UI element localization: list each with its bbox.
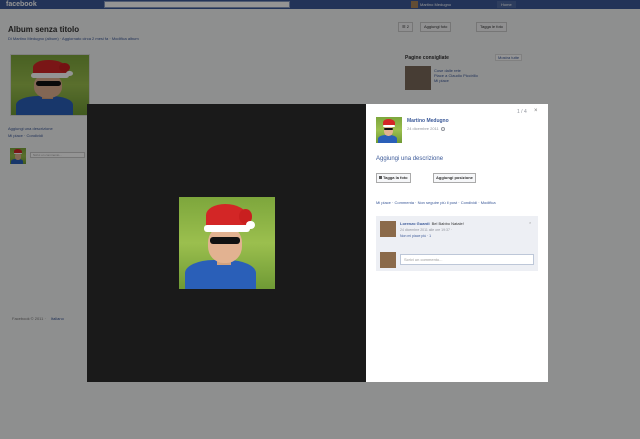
close-icon[interactable]: ×	[534, 108, 538, 114]
comment-text: Bel Babbo Natale!	[431, 221, 464, 226]
comment-delete-icon[interactable]: ×	[529, 220, 531, 225]
comment-timestamp: 24 dicembre 2011 alle ore 19:37 ·	[400, 228, 453, 232]
photo-index: 1 / 4	[517, 109, 527, 115]
tag-photo-button[interactable]: Tagga la foto	[376, 173, 411, 183]
photo-viewer-stage[interactable]	[87, 104, 366, 382]
author-name-link[interactable]: Martino Medugno	[407, 118, 449, 124]
viewer-photo[interactable]	[179, 197, 275, 289]
comment-input[interactable]: Scrivi un commento...	[400, 254, 534, 265]
post-date-text: 24 dicembre 2011	[407, 126, 439, 131]
comment-author-avatar[interactable]	[380, 221, 396, 237]
post-action-links[interactable]: Mi piace · Commenta · Non seguire più il…	[376, 200, 541, 206]
santa-hat-photo-large	[179, 197, 275, 289]
tag-icon	[379, 176, 382, 180]
comment-like-link[interactable]: Non mi piace più · 1	[400, 234, 431, 238]
author-avatar[interactable]	[376, 117, 402, 143]
add-description-link[interactable]: Aggiungi una descrizione	[376, 156, 443, 162]
comments-section: Lorenzo Guardi Bel Babbo Natale! 24 dicem…	[376, 216, 538, 271]
comment-row: Lorenzo Guardi Bel Babbo Natale!	[400, 221, 464, 226]
add-location-button[interactable]: Aggiungi posizione	[433, 173, 476, 183]
comment-author-link[interactable]: Lorenzo Guardi	[400, 221, 430, 226]
photo-info-panel: Martino Medugno 24 dicembre 2011 1 / 4 ×…	[366, 104, 548, 382]
post-date: 24 dicembre 2011	[407, 126, 445, 131]
tag-photo-label: Tagga la foto	[383, 175, 408, 180]
privacy-globe-icon[interactable]	[440, 126, 445, 131]
current-user-avatar	[380, 252, 396, 268]
